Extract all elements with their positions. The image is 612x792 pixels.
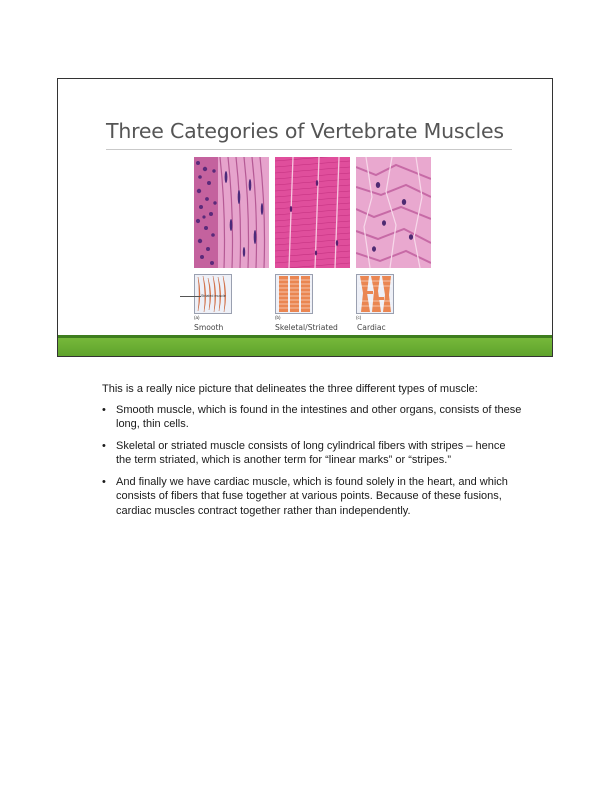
panel-letter-b: (b) — [275, 315, 281, 320]
notes-intro: This is a really nice picture that delin… — [102, 383, 478, 395]
cardiac-label: Cardiac — [357, 323, 386, 332]
smooth-muscle-micrograph — [194, 157, 269, 268]
bullet-text: Skeletal or striated muscle consists of … — [116, 439, 506, 467]
panel-letter-a: (a) — [194, 315, 200, 320]
speaker-notes: This is a really nice picture that delin… — [102, 382, 522, 525]
skeletal-label: Skeletal/Striated — [275, 323, 338, 332]
title-divider — [106, 149, 512, 150]
slide: Three Categories of Vertebrate Muscles S… — [57, 78, 553, 357]
panel-letter-c: (c) — [356, 315, 362, 320]
smooth-label: Smooth — [194, 323, 224, 332]
skeletal-annotation: Striated muscle — [201, 294, 226, 298]
bullet-glyph: • — [102, 439, 106, 452]
list-item: • And finally we have cardiac muscle, wh… — [102, 475, 522, 519]
notes-bullet-list: • Smooth muscle, which is found in the i… — [102, 403, 522, 519]
skeletal-muscle-diagram — [275, 274, 313, 314]
list-item: • Smooth muscle, which is found in the i… — [102, 403, 522, 432]
annotation-leader-line — [180, 296, 201, 297]
slide-title: Three Categories of Vertebrate Muscles — [106, 119, 504, 143]
cardiac-muscle-micrograph — [356, 157, 431, 268]
footer-green-band — [58, 338, 552, 356]
skeletal-muscle-micrograph — [275, 157, 350, 268]
list-item: • Skeletal or striated muscle consists o… — [102, 439, 522, 468]
bullet-glyph: • — [102, 403, 106, 416]
cardiac-muscle-diagram — [356, 274, 394, 314]
bullet-text: Smooth muscle, which is found in the int… — [116, 403, 522, 431]
bullet-text: And finally we have cardiac muscle, whic… — [116, 475, 508, 517]
bullet-glyph: • — [102, 475, 106, 488]
